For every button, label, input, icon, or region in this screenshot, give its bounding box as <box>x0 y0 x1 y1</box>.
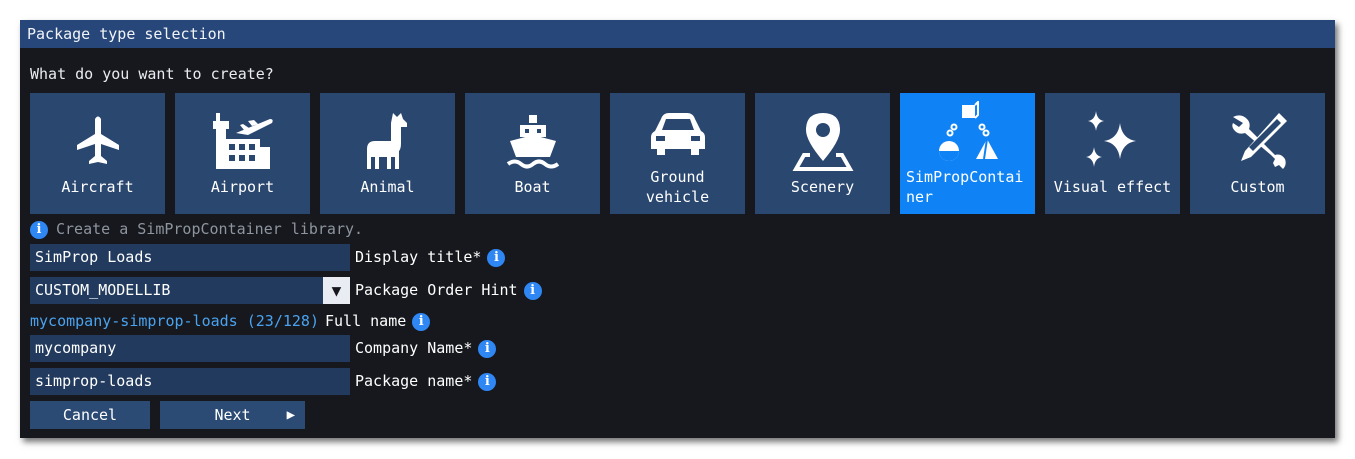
airplane-icon <box>67 111 129 173</box>
map-pin-icon <box>792 111 854 173</box>
type-description: i Create a SimPropContainer library. <box>30 219 363 239</box>
tools-icon <box>1227 111 1289 173</box>
package-order-hint-select[interactable]: CUSTOM_MODELLIB ▼ <box>30 277 350 304</box>
type-tile-animal[interactable]: Animal <box>320 93 455 214</box>
info-icon[interactable]: i <box>478 372 497 391</box>
type-tile-aircraft[interactable]: Aircraft <box>30 93 165 214</box>
full-name-label: Full name <box>324 312 407 330</box>
package-order-hint-value: CUSTOM_MODELLIB <box>35 281 171 299</box>
simprop-shapes-icon <box>937 101 999 163</box>
type-description-text: Create a SimPropContainer library. <box>56 220 364 238</box>
package-name-label: Package name* i <box>355 368 497 395</box>
display-title-label-text: Display title* <box>355 248 482 266</box>
type-tile-label: Visual effect <box>1053 178 1172 196</box>
package-type-dialog: Package type selection What do you want … <box>20 20 1335 438</box>
display-title-input[interactable]: SimProp Loads <box>30 244 350 271</box>
company-name-input[interactable]: mycompany <box>30 335 350 362</box>
dropdown-arrow-icon[interactable]: ▼ <box>323 277 350 304</box>
boat-icon <box>502 111 564 173</box>
type-tile-label: Aircraft <box>61 178 134 196</box>
info-icon[interactable]: i <box>487 248 506 267</box>
type-tile-label: Airport <box>210 178 275 196</box>
type-tile-label: Custom <box>1230 178 1285 196</box>
full-name-row: mycompany-simprop-loads (23/128) Full nam… <box>30 308 431 335</box>
type-tile-custom[interactable]: Custom <box>1190 93 1325 214</box>
package-name-input[interactable]: simprop-loads <box>30 368 350 395</box>
dialog-title: Package type selection <box>20 20 1335 48</box>
sparkle-icon <box>1082 111 1144 173</box>
type-tile-simpropcontainer[interactable]: SimPropContainer <box>900 93 1035 214</box>
full-name-value: mycompany-simprop-loads (23/128) <box>30 312 319 330</box>
info-icon[interactable]: i <box>523 281 542 300</box>
type-tile-ground-vehicle[interactable]: Ground vehicle <box>610 93 745 214</box>
cancel-button[interactable]: Cancel <box>30 401 150 429</box>
next-button-label: Next <box>214 406 251 424</box>
info-icon: i <box>30 220 48 239</box>
type-tile-boat[interactable]: Boat <box>465 93 600 214</box>
next-button[interactable]: Next ▶ <box>160 401 305 429</box>
package-order-hint-label-text: Package Order Hint <box>355 281 518 299</box>
type-tile-label: Scenery <box>790 178 855 196</box>
type-tile-label: Ground vehicle <box>645 168 710 206</box>
company-name-label: Company Name* i <box>355 335 497 362</box>
info-icon[interactable]: i <box>478 339 497 358</box>
car-icon <box>647 105 709 167</box>
question-label: What do you want to create? <box>30 65 274 83</box>
package-order-hint-label: Package Order Hint i <box>355 277 542 304</box>
company-name-label-text: Company Name* <box>355 339 473 357</box>
package-name-label-text: Package name* <box>355 372 473 390</box>
airport-icon <box>212 111 274 173</box>
cancel-button-label: Cancel <box>62 406 118 424</box>
type-tile-label: Animal <box>360 178 415 196</box>
type-tile-airport[interactable]: Airport <box>175 93 310 214</box>
info-icon[interactable]: i <box>412 312 431 331</box>
package-type-grid: Aircraft Airport Animal Boat Ground vehi… <box>30 93 1325 214</box>
type-tile-scenery[interactable]: Scenery <box>755 93 890 214</box>
type-tile-label: SimPropContainer <box>906 168 1024 206</box>
type-tile-label: Boat <box>514 178 551 196</box>
play-arrow-icon: ▶ <box>286 407 295 423</box>
display-title-label: Display title* i <box>355 244 506 271</box>
type-tile-visual-effect[interactable]: Visual effect <box>1045 93 1180 214</box>
llama-icon <box>357 111 419 173</box>
